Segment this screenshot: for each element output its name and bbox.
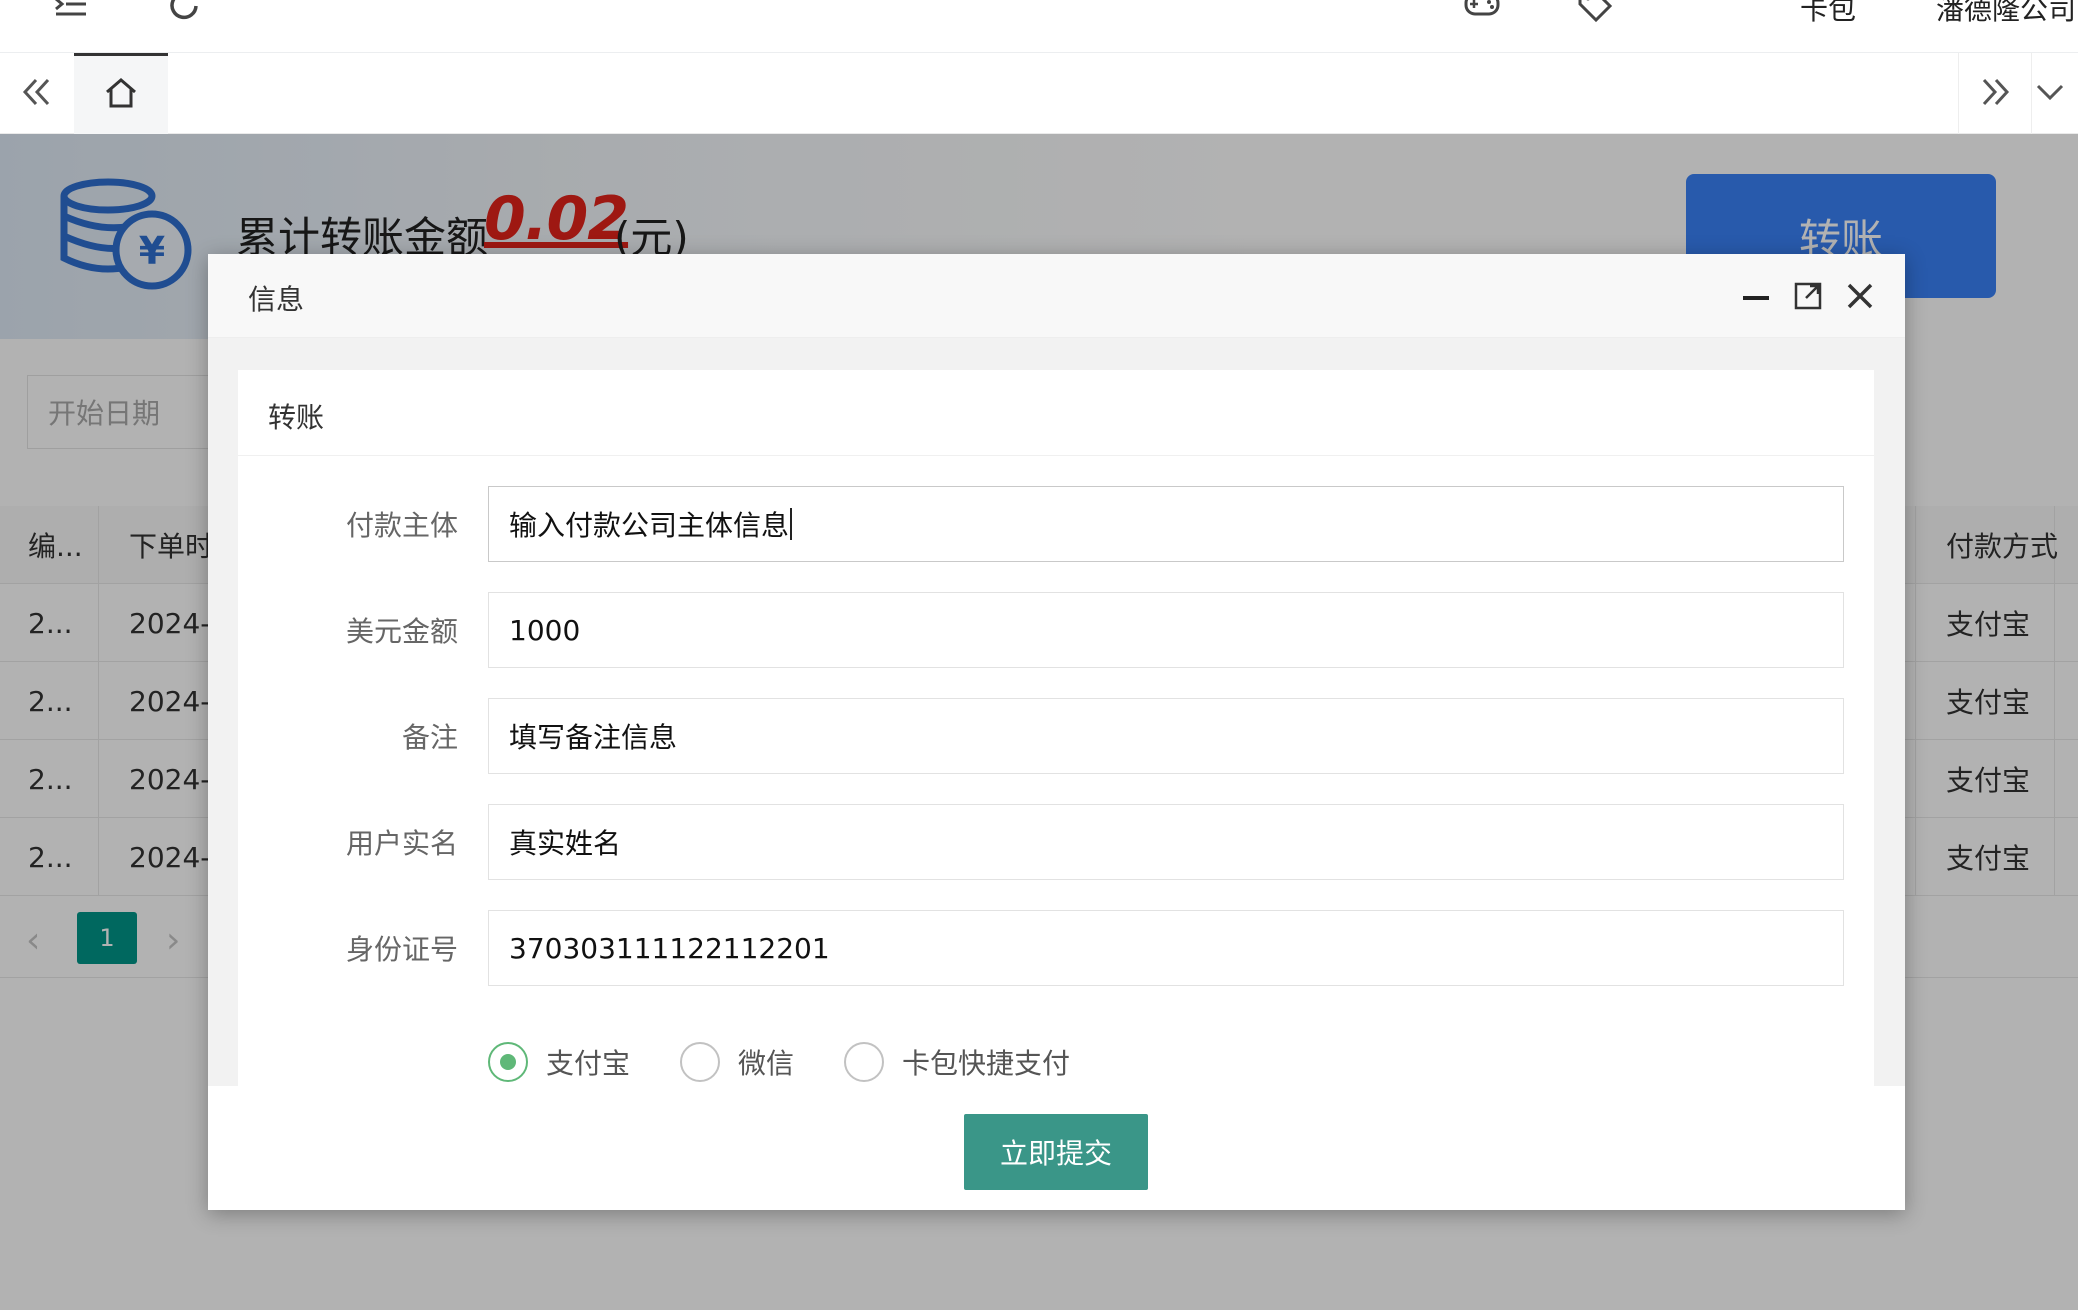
realname-input[interactable]: 真实姓名 — [488, 804, 1844, 880]
refresh-icon[interactable] — [164, 0, 204, 26]
home-icon — [103, 75, 139, 115]
realname-label: 用户实名 — [345, 827, 458, 860]
chevron-down-icon — [2032, 74, 2068, 114]
usd-amount-label: 美元金额 — [345, 615, 458, 648]
radio-unchecked-icon — [680, 1042, 720, 1082]
double-chevron-right-icon — [1977, 74, 2013, 114]
dialog-title: 信息 — [248, 283, 305, 316]
tab-strip — [0, 53, 2078, 134]
usd-amount-input[interactable]: 1000 — [488, 592, 1844, 668]
company-name[interactable]: 潘德隆公司 — [1936, 0, 2076, 28]
text-caret — [790, 508, 793, 540]
payment-option-label: 卡包快捷支付 — [902, 1047, 1071, 1080]
maximize-icon[interactable] — [1788, 276, 1828, 316]
form-row-realname: 用户实名 真实姓名 — [238, 804, 1874, 880]
card-header: 转账 — [238, 370, 1874, 456]
form-row-payer: 付款主体 输入付款公司主体信息 — [238, 486, 1874, 562]
dialog-footer: 立即提交 — [208, 1086, 1905, 1210]
gamepad-icon[interactable] — [1462, 0, 1502, 26]
card-title: 转账 — [268, 401, 325, 434]
tab-scroll-right-button[interactable] — [1958, 53, 2032, 134]
double-chevron-left-icon — [19, 74, 55, 114]
form-row-usd: 美元金额 1000 — [238, 592, 1874, 668]
menu-fold-icon[interactable] — [52, 0, 92, 26]
submit-button[interactable]: 立即提交 — [964, 1114, 1148, 1190]
payer-input[interactable]: 输入付款公司主体信息 — [488, 486, 1844, 562]
form-row-idcard: 身份证号 370303111122112201 — [238, 910, 1874, 986]
idcard-label: 身份证号 — [345, 933, 458, 966]
card-wallet-link[interactable]: 卡包 — [1800, 0, 1856, 28]
tab-home[interactable] — [74, 53, 168, 134]
payer-label: 付款主体 — [345, 509, 458, 542]
minimize-icon[interactable] — [1736, 276, 1776, 316]
tab-options-button[interactable] — [2032, 53, 2078, 134]
fullscreen-icon[interactable] — [1686, 0, 1726, 26]
payment-option-card[interactable]: 卡包快捷支付 — [844, 1038, 1070, 1086]
tab-scroll-left-button[interactable] — [0, 53, 74, 134]
radio-checked-icon — [488, 1042, 528, 1082]
payment-option-label: 微信 — [738, 1047, 795, 1080]
close-icon[interactable] — [1840, 276, 1880, 316]
remark-label: 备注 — [401, 721, 458, 754]
payment-option-alipay[interactable]: 支付宝 — [488, 1038, 630, 1086]
top-header: 卡包 潘德隆公司 — [0, 0, 2078, 53]
payment-option-wechat[interactable]: 微信 — [680, 1038, 794, 1086]
radio-unchecked-icon — [844, 1042, 884, 1082]
transfer-form-card: 转账 付款主体 输入付款公司主体信息 美元金额 1000 备注 填写备注信息 用… — [238, 370, 1874, 1086]
dialog-titlebar: 信息 — [208, 254, 1905, 338]
payer-input-value: 输入付款公司主体信息 — [509, 509, 790, 542]
info-dialog: 信息 转账 付款主体 输入付款公司主体信息 美元金额 1000 备注 填写备注信… — [208, 254, 1905, 1210]
idcard-input[interactable]: 370303111122112201 — [488, 910, 1844, 986]
dialog-body: 转账 付款主体 输入付款公司主体信息 美元金额 1000 备注 填写备注信息 用… — [208, 338, 1905, 1086]
payment-option-label: 支付宝 — [546, 1047, 631, 1080]
remark-input[interactable]: 填写备注信息 — [488, 698, 1844, 774]
tag-icon[interactable] — [1574, 0, 1614, 26]
form-row-remark: 备注 填写备注信息 — [238, 698, 1874, 774]
